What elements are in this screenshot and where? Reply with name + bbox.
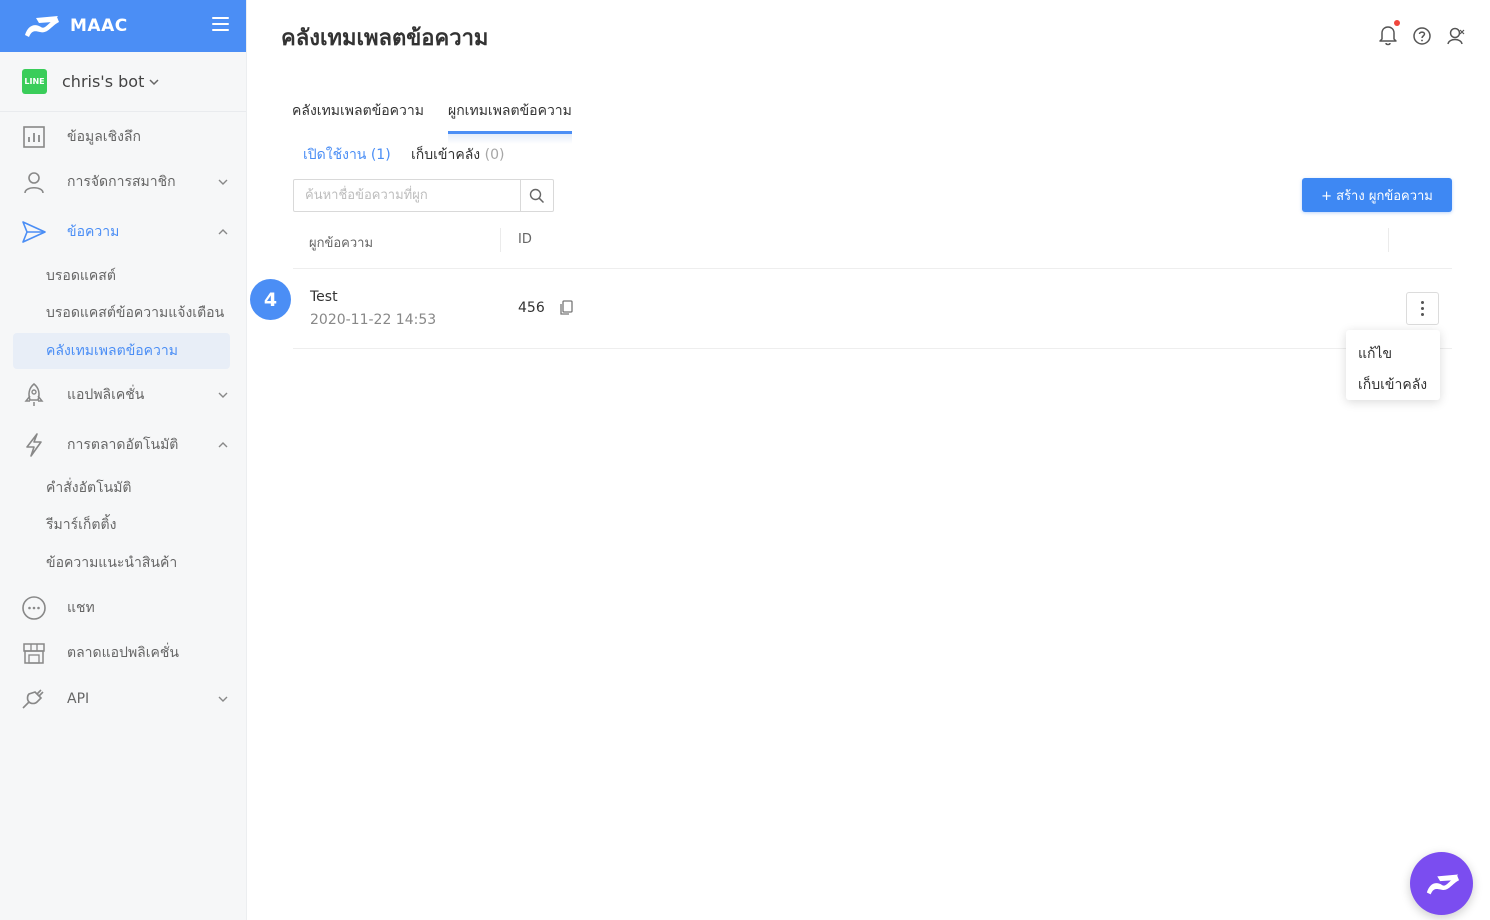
sidebar-item-members[interactable]: การจัดการสมาชิก [0, 160, 247, 204]
sidebar-item-label: การจัดการสมาชิก [67, 174, 176, 190]
sidebar-item-label: ข้อความ [67, 224, 120, 240]
menu-item-archive[interactable]: เก็บเข้าคลัง [1346, 369, 1440, 400]
sidebar-subitem-broadcast[interactable]: บรอดแคสต์ [13, 258, 230, 294]
line-channel-icon: LINE [22, 69, 47, 94]
sidebar-subitem-product-recommendation[interactable]: ข้อความแนะนำสินค้า [13, 545, 230, 581]
row-options-menu: แก้ไข เก็บเข้าคลัง [1346, 330, 1440, 400]
chevron-down-icon [218, 179, 228, 185]
sidebar-item-label: ข้อมูลเชิงลึก [67, 129, 141, 145]
brand-name: MAAC [70, 16, 128, 36]
subtab-archived-count: (0) [484, 147, 505, 163]
sidebar-item-label: API [67, 691, 90, 707]
sidebar: MAAC LINE chris's bot ข้อมูลเชิงลึก การจ… [0, 0, 247, 920]
column-divider [1388, 228, 1389, 252]
table-row-divider [293, 348, 1452, 349]
subtab-archived[interactable]: เก็บเข้าคลัง (0) [411, 144, 504, 166]
sidebar-item-automation[interactable]: การตลาดอัตโนมัติ [0, 423, 247, 467]
bar-chart-icon [21, 124, 47, 150]
row-name[interactable]: Test [310, 289, 338, 305]
chevron-down-icon [149, 78, 159, 85]
column-header-bound-message: ผูกข้อความ [309, 236, 374, 251]
sidebar-item-label: การตลาดอัตโนมัติ [67, 437, 179, 453]
tab-bound-message-template[interactable]: ผูกเทมเพลตข้อความ [448, 100, 572, 134]
row-id: 456 [518, 300, 545, 316]
sidebar-item-messages[interactable]: ข้อความ [0, 210, 247, 254]
rocket-icon [21, 382, 47, 408]
sidebar-subitem-message-template-library[interactable]: คลังเทมเพลตข้อความ [13, 333, 230, 369]
sidebar-item-label: ตลาดแอปพลิเคชั่น [67, 645, 179, 661]
search-input[interactable] [294, 180, 520, 211]
bot-selector[interactable]: LINE chris's bot [0, 52, 246, 112]
subtab-active[interactable]: เปิดใช้งาน (1) [303, 144, 391, 166]
sidebar-item-api[interactable]: API [0, 677, 247, 721]
user-icon [21, 169, 47, 195]
send-icon [21, 219, 47, 245]
page-title: คลังเทมเพลตข้อความ [281, 26, 489, 51]
notification-bell-icon[interactable] [1378, 20, 1400, 46]
column-header-id: ID [518, 232, 532, 247]
search-box [293, 179, 554, 212]
more-dot [1421, 301, 1424, 304]
row-date: 2020-11-22 14:53 [310, 312, 437, 328]
user-account-icon[interactable] [1446, 24, 1466, 46]
lightning-icon [21, 432, 47, 458]
sidebar-subitem-auto-reply[interactable]: คำสั่งอัตโนมัติ [13, 470, 230, 506]
header-actions [1378, 20, 1466, 46]
notification-dot [1394, 20, 1400, 26]
store-icon [21, 640, 47, 666]
copy-icon[interactable] [559, 300, 574, 316]
help-icon[interactable] [1412, 24, 1432, 46]
bot-name: chris's bot [62, 72, 145, 91]
more-options-button[interactable] [1406, 292, 1439, 325]
more-dot [1421, 307, 1424, 310]
tab-message-template-library[interactable]: คลังเทมเพลตข้อความ [292, 100, 424, 131]
chevron-down-icon [218, 696, 228, 702]
chevron-up-icon [218, 442, 228, 448]
plug-icon [21, 686, 47, 712]
more-dot [1421, 313, 1424, 316]
column-divider [500, 228, 501, 252]
step-number-badge: 4 [250, 279, 291, 320]
chevron-up-icon [218, 229, 228, 235]
subtab-archived-label: เก็บเข้าคลัง [411, 147, 481, 163]
sidebar-item-app-marketplace[interactable]: ตลาดแอปพลิเคชั่น [0, 631, 247, 675]
sidebar-item-insights[interactable]: ข้อมูลเชิงลึก [0, 115, 247, 159]
maac-logo-icon [1426, 874, 1459, 894]
table-header-divider [293, 268, 1452, 269]
maac-logo-icon [25, 16, 59, 37]
chevron-down-icon [218, 392, 228, 398]
sidebar-item-label: แอปพลิเคชั่น [67, 387, 145, 403]
support-chat-button[interactable] [1410, 852, 1473, 915]
search-button[interactable] [520, 180, 553, 211]
sidebar-item-label: แชท [67, 600, 95, 616]
menu-toggle-icon[interactable] [212, 17, 229, 31]
sidebar-subitem-broadcast-notification[interactable]: บรอดแคสต์ข้อความแจ้งเตือน [13, 295, 230, 331]
chat-icon [21, 595, 47, 621]
sidebar-item-applications[interactable]: แอปพลิเคชั่น [0, 373, 247, 417]
sidebar-subitem-remarketing[interactable]: รีมาร์เก็ตติ้ง [13, 507, 230, 543]
search-icon [529, 188, 545, 203]
subtab-active-count: (1) [370, 147, 391, 163]
sidebar-item-chat[interactable]: แชท [0, 586, 247, 630]
create-bound-message-button[interactable]: + สร้าง ผูกข้อความ [1302, 178, 1452, 212]
menu-item-edit[interactable]: แก้ไข [1346, 338, 1440, 369]
brand-header: MAAC [0, 0, 246, 52]
subtab-active-label: เปิดใช้งาน [303, 147, 367, 163]
tab-active-glow [448, 134, 572, 144]
